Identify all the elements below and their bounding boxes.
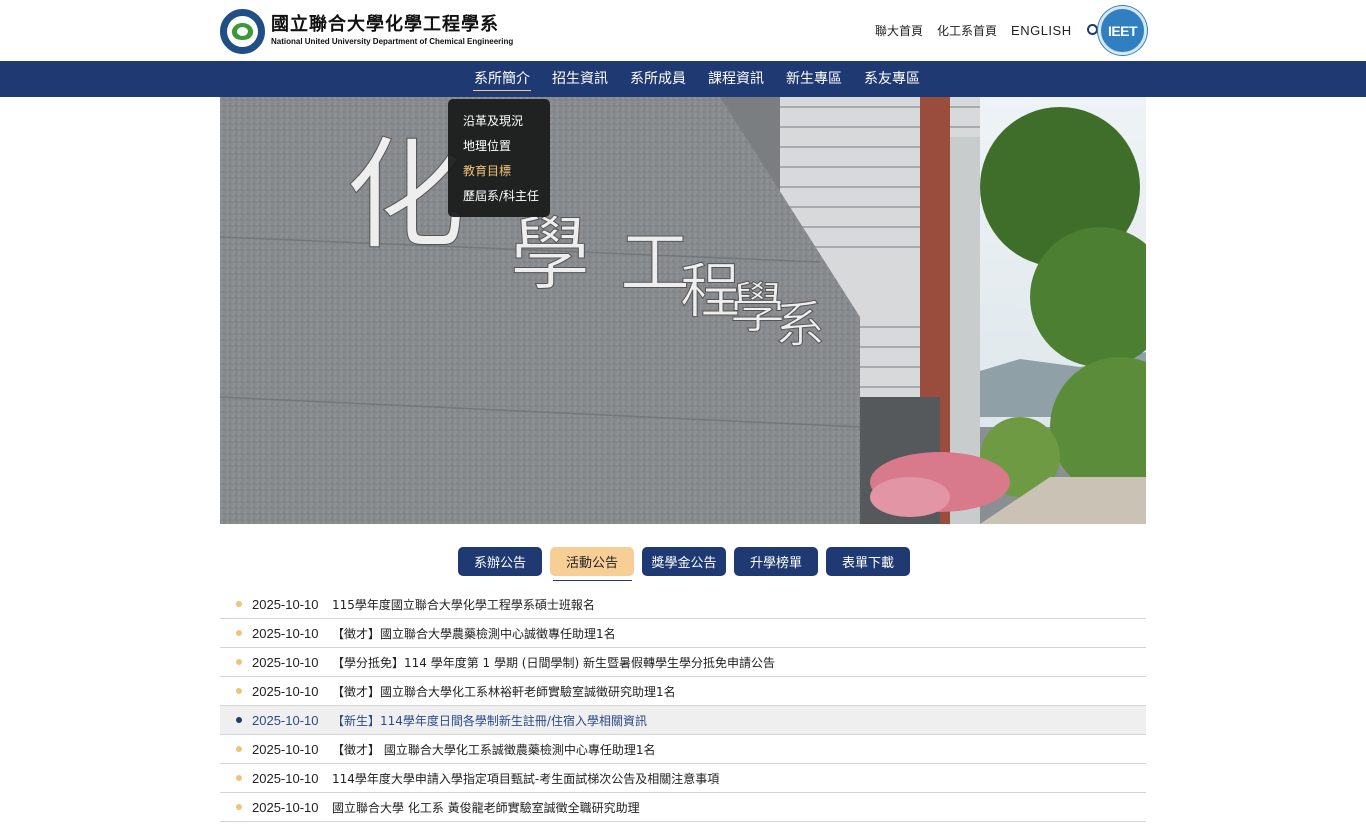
tab-activity-news[interactable]: 活動公告 (550, 547, 634, 581)
dropdown-item-location[interactable]: 地理位置 (448, 134, 550, 159)
link-nuu-home[interactable]: 聯大首頁 (875, 20, 923, 42)
bullet-dot-icon (236, 688, 242, 694)
news-date: 2025-10-10 (252, 683, 319, 699)
news-date: 2025-10-10 (252, 596, 319, 612)
news-title[interactable]: 【徵才】國立聯合大學農藥檢測中心誠徵專任助理1名 (332, 625, 616, 642)
bullet-dot-icon (236, 601, 242, 607)
nav-item-freshmen[interactable]: 新生專區 (775, 61, 853, 97)
wall-char-1: 化 (345, 127, 465, 266)
bullet-dot-icon (236, 659, 242, 665)
news-date: 2025-10-10 (252, 799, 319, 815)
logo-title-en: National United University Department of… (271, 37, 514, 46)
ieet-badge-label: IEET (1107, 22, 1138, 39)
link-dept-home[interactable]: 化工系首頁 (937, 20, 997, 42)
news-title[interactable]: 114學年度大學申請入學指定項目甄試-考生面試梯次公告及相關注意事項 (332, 770, 719, 787)
wall-char-2: 學 (510, 208, 590, 301)
news-title[interactable]: 【新生】114學年度日間各學制新生註冊/住宿入學相關資訊 (332, 712, 647, 729)
logo-title-zh: 國立聯合大學化學工程學系 (271, 14, 499, 35)
news-list: 2025-10-10 115學年度國立聯合大學化學工程學系碩士班報名 2025-10… (220, 590, 1146, 822)
news-title[interactable]: 【學分抵免】114 學年度第 1 學期 (日間學制) 新生暨暑假轉學生學分抵免申… (332, 654, 775, 671)
bullet-dot-icon (236, 804, 242, 810)
news-row[interactable]: 2025-10-10 國立聯合大學 化工系 黃俊龍老師實驗室誠徵全職研究助理 (220, 793, 1146, 822)
news-row[interactable]: 2025-10-10 【學分抵免】114 學年度第 1 學期 (日間學制) 新生暨… (220, 648, 1146, 677)
news-date: 2025-10-10 (252, 654, 319, 670)
dropdown-item-history[interactable]: 沿革及現況 (448, 109, 550, 134)
news-row[interactable]: 2025-10-10 【新生】114學年度日間各學制新生註冊/住宿入學相關資訊 (220, 706, 1146, 735)
bullet-dot-icon (236, 630, 242, 636)
news-row[interactable]: 2025-10-10 【徵才】國立聯合大學化工系林裕軒老師實驗室誠徵研究助理1名 (220, 677, 1146, 706)
news-row[interactable]: 2025-10-10 【徵才】國立聯合大學農藥檢測中心誠徵專任助理1名 (220, 619, 1146, 648)
top-links: 聯大首頁 化工系首頁 ENGLISH (875, 20, 1103, 42)
site-header: 國立聯合大學化學工程學系 National United University … (0, 0, 1366, 61)
news-row[interactable]: 2025-10-10 114學年度大學申請入學指定項目甄試-考生面試梯次公告及相關… (220, 764, 1146, 793)
ieet-badge[interactable]: IEET (1098, 6, 1147, 55)
bullet-dot-icon (236, 746, 242, 752)
link-english[interactable]: ENGLISH (1011, 20, 1072, 42)
news-date: 2025-10-10 (252, 712, 319, 728)
news-title[interactable]: 115學年度國立聯合大學化學工程學系碩士班報名 (332, 596, 595, 613)
nav-item-members[interactable]: 系所成員 (619, 61, 697, 97)
nav-item-admission[interactable]: 招生資訊 (541, 61, 619, 97)
hero-banner-image: 化 學 工 程 學 系 (220, 97, 1146, 524)
announcement-tabs: 系辦公告 活動公告 獎學金公告 升學榜單 表單下載 (458, 547, 918, 581)
main-nav: 系所簡介 招生資訊 系所成員 課程資訊 新生專區 系友專區 (0, 61, 1366, 97)
wall-char-6: 系 (775, 296, 825, 354)
news-row[interactable]: 2025-10-10 115學年度國立聯合大學化學工程學系碩士班報名 (220, 590, 1146, 619)
nav-item-courses[interactable]: 課程資訊 (697, 61, 775, 97)
news-date: 2025-10-10 (252, 741, 319, 757)
nav-item-about[interactable]: 系所簡介 (463, 61, 541, 97)
tab-scholarship-news[interactable]: 獎學金公告 (642, 547, 726, 576)
university-emblem-icon (220, 8, 265, 54)
hero-illustration: 化 學 工 程 學 系 (220, 97, 1146, 524)
news-row[interactable]: 2025-10-10 【徵才】 國立聯合大學化工系誠徵農藥檢測中心專任助理1名 (220, 735, 1146, 764)
about-dropdown-menu: 沿革及現況 地理位置 教育目標 歷屆系/科主任 (448, 99, 550, 217)
news-title[interactable]: 【徵才】 國立聯合大學化工系誠徵農藥檢測中心專任助理1名 (332, 741, 655, 758)
dropdown-item-chairs[interactable]: 歷屆系/科主任 (448, 184, 550, 209)
nav-items: 系所簡介 招生資訊 系所成員 課程資訊 新生專區 系友專區 (463, 61, 931, 97)
nav-item-alumni[interactable]: 系友專區 (853, 61, 931, 97)
tab-admission-list[interactable]: 升學榜單 (734, 547, 818, 576)
bullet-dot-icon (236, 775, 242, 781)
news-date: 2025-10-10 (252, 625, 319, 641)
news-title[interactable]: 國立聯合大學 化工系 黃俊龍老師實驗室誠徵全職研究助理 (332, 799, 640, 816)
tab-form-download[interactable]: 表單下載 (826, 547, 910, 576)
dropdown-item-objectives[interactable]: 教育目標 (448, 159, 550, 184)
news-title[interactable]: 【徵才】國立聯合大學化工系林裕軒老師實驗室誠徵研究助理1名 (332, 683, 676, 700)
site-logo[interactable]: 國立聯合大學化學工程學系 National United University … (220, 8, 513, 54)
tab-dept-news[interactable]: 系辦公告 (458, 547, 542, 576)
news-date: 2025-10-10 (252, 770, 319, 786)
bullet-dot-icon (236, 717, 242, 723)
logo-text: 國立聯合大學化學工程學系 National United University … (271, 14, 513, 48)
